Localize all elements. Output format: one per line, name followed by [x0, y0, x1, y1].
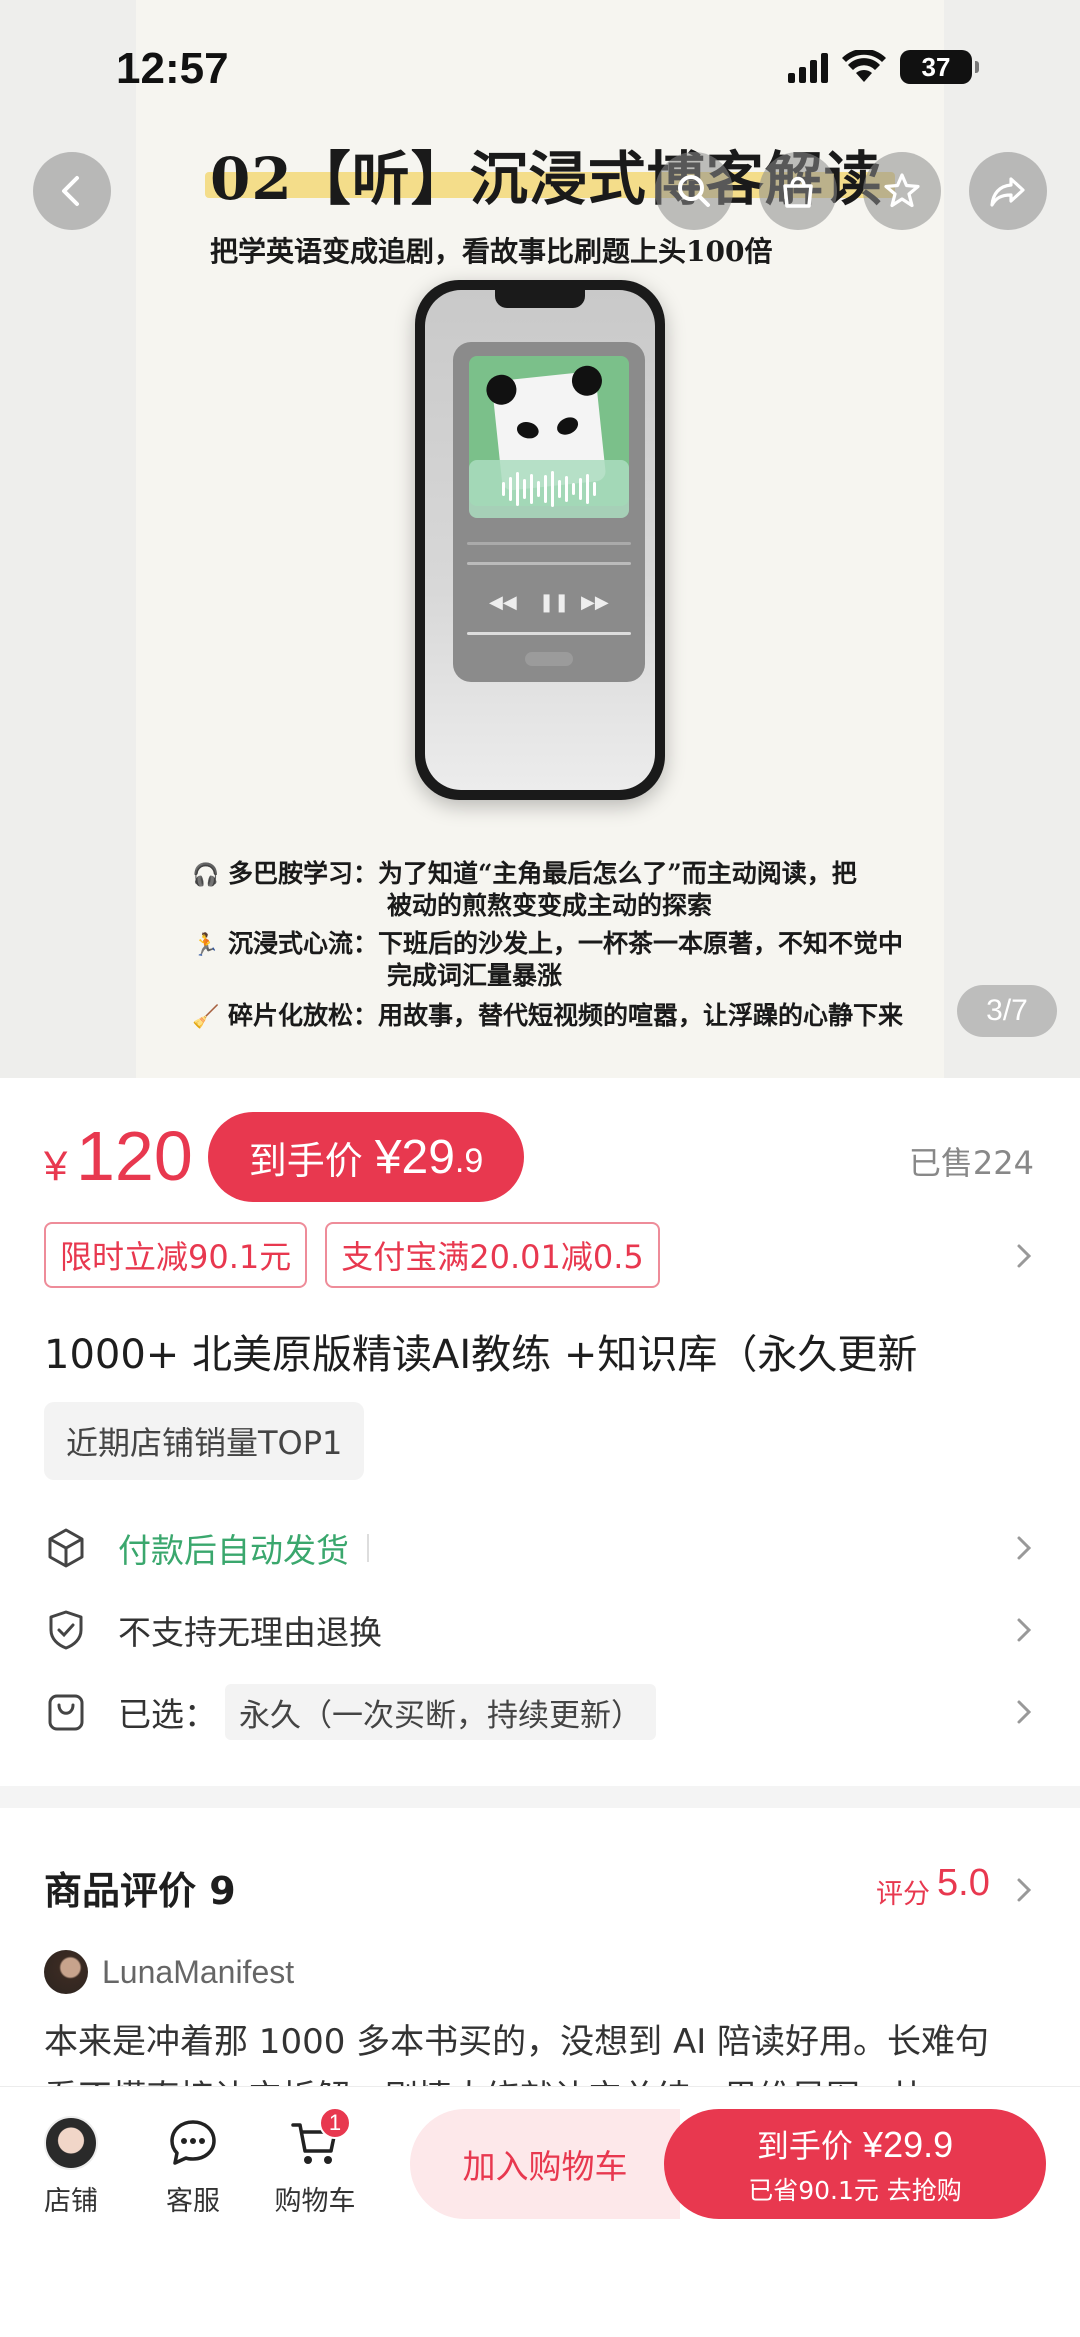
chevron-right-icon[interactable] [1010, 1876, 1038, 1904]
section-divider [0, 1786, 1080, 1808]
feature-item: 🧹 碎片化放松：用故事，替代短视频的喧嚣，让浮躁的心静下来 [192, 1000, 903, 1033]
return-policy-text: 不支持无理由退换 [118, 1613, 382, 1652]
sold-count: 已售224 [908, 1144, 1034, 1182]
chevron-right-icon[interactable] [1010, 1698, 1038, 1726]
signal-icon [788, 51, 828, 83]
favorite-button[interactable] [863, 152, 941, 230]
tab-store[interactable]: 店铺 [16, 2113, 126, 2218]
final-price-badge: 到手价 ¥29.9 [208, 1112, 524, 1202]
search-button[interactable] [655, 152, 733, 230]
package-icon [48, 1528, 84, 1568]
price-row: ¥ 120 到手价 ¥29.9 已售224 [44, 1112, 1044, 1202]
feature-item: 🏃 沉浸式心流：下班后的沙发上，一杯茶一本原著，不知不觉中 完成词汇量暴涨 [192, 929, 904, 990]
chevron-right-icon[interactable] [1010, 1242, 1038, 1270]
search-icon [678, 175, 710, 207]
headphones-icon: 🎧 [192, 862, 220, 888]
coupon-tag[interactable]: 限时立减90.1元 [44, 1222, 308, 1288]
cart-count-badge: 1 [319, 2107, 351, 2139]
share-button[interactable] [969, 152, 1047, 230]
add-to-cart-button[interactable]: 加入购物车 [410, 2109, 680, 2219]
rating-score: 5.0 [937, 1862, 990, 1904]
reviews-heading[interactable]: 商品评价 9 [44, 1860, 236, 1915]
broom-icon: 🧹 [192, 1004, 220, 1030]
music-player-illustration: ◀◀ ❚❚ ▶▶ [453, 342, 645, 682]
image-page-indicator: 3/7 [957, 985, 1057, 1037]
chevron-right-icon[interactable] [1010, 1616, 1038, 1644]
status-icons: 37 [788, 50, 979, 84]
store-avatar [44, 2116, 98, 2170]
avatar [44, 1950, 88, 1994]
reviewer-name: LunaManifest [102, 1953, 295, 1990]
sales-rank-tag[interactable]: 近期店铺销量TOP1 [44, 1402, 365, 1480]
bottom-action-bar: 店铺 客服 1 购物车 加入购物车 到手价 ¥29.9 已省90.1元 去抢购 [0, 2086, 1080, 2337]
selected-option[interactable]: 永久（一次买断，持续更新） [225, 1684, 656, 1740]
shield-check-icon [49, 1610, 83, 1650]
running-icon: 🏃 [192, 932, 220, 958]
selected-option-row[interactable]: 已选： 永久（一次买断，持续更新） [44, 1682, 1044, 1742]
share-icon [990, 177, 1025, 207]
reviewer: LunaManifest [44, 1950, 294, 1994]
hero-subtitle: 把学英语变成追剧，看故事比刷题上头100倍 [210, 235, 773, 268]
wifi-icon [842, 50, 886, 82]
tab-cart[interactable]: 1 购物车 [260, 2107, 370, 2218]
chevron-right-icon[interactable] [1010, 1534, 1038, 1562]
coupon-list[interactable]: 限时立减90.1元 支付宝满20.01减0.5 [44, 1222, 660, 1290]
delivery-text: 付款后自动发货 [118, 1531, 349, 1570]
delivery-row[interactable]: 付款后自动发货 [44, 1518, 1044, 1578]
status-time: 12:57 [116, 44, 229, 93]
back-button[interactable] [33, 152, 111, 230]
bag-icon [48, 1694, 84, 1731]
return-policy-row[interactable]: 不支持无理由退换 [44, 1600, 1044, 1660]
feature-item: 🎧 多巴胺学习：为了知道“主角最后怎么了”而主动阅读，把 被动的煎熬变变成主动的探… [192, 859, 857, 920]
buy-now-button[interactable]: 到手价 ¥29.9 已省90.1元 去抢购 [664, 2109, 1046, 2219]
price-value: 120 [76, 1117, 193, 1195]
tab-customer-service[interactable]: 客服 [138, 2113, 248, 2218]
rating-label: 评分 [876, 1879, 930, 1910]
coupon-tag[interactable]: 支付宝满20.01减0.5 [325, 1222, 660, 1288]
store-button[interactable] [759, 152, 837, 230]
chat-icon [170, 2120, 216, 2165]
phone-illustration: ◀◀ ❚❚ ▶▶ [415, 280, 665, 800]
selected-label: 已选： [118, 1695, 217, 1734]
shop-icon [783, 176, 813, 208]
product-image-carousel[interactable]: 02【听】沉浸式博客解读 把学英语变成追剧，看故事比刷题上头100倍 ◀◀ ❚❚… [0, 0, 1080, 1078]
battery-icon: 37 [900, 50, 979, 84]
product-title: 1000+ 北美原版精读AI教练 +知识库（永久更新 [44, 1332, 918, 1378]
price-currency: ¥ [44, 1142, 68, 1189]
chevron-left-icon [62, 176, 79, 206]
star-icon [884, 173, 920, 208]
